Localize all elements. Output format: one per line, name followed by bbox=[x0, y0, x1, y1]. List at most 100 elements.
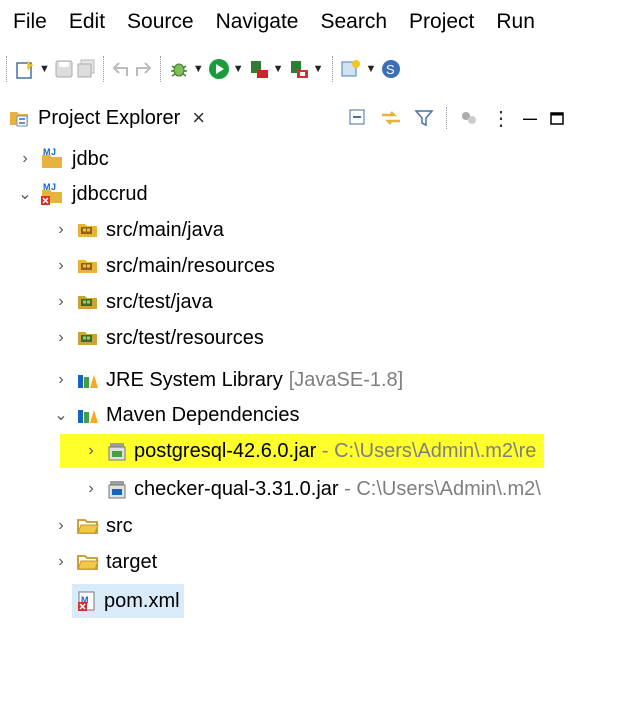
library-icon bbox=[76, 404, 100, 426]
test-source-folder-icon bbox=[76, 291, 100, 313]
chevron-down-icon[interactable]: ▼ bbox=[365, 63, 376, 75]
tree-label: jdbc bbox=[72, 147, 109, 170]
back-button[interactable] bbox=[111, 54, 131, 84]
chevron-down-icon[interactable]: ▼ bbox=[233, 63, 244, 75]
tree-label: jdbccrud bbox=[72, 182, 148, 205]
chevron-down-icon[interactable]: ▼ bbox=[273, 63, 284, 75]
menu-navigate[interactable]: Navigate bbox=[205, 10, 310, 34]
svg-text:M: M bbox=[43, 182, 51, 192]
jar-icon bbox=[106, 478, 128, 500]
close-icon[interactable]: × bbox=[192, 105, 205, 131]
tree-item-pom-xml[interactable]: M pom.xml bbox=[72, 584, 184, 618]
bug-icon bbox=[170, 63, 187, 77]
chevron-right-icon[interactable]: › bbox=[80, 480, 102, 498]
forward-button[interactable] bbox=[133, 54, 153, 84]
tab-project-explorer[interactable]: Project Explorer × bbox=[8, 97, 205, 139]
chevron-right-icon[interactable]: › bbox=[50, 257, 72, 275]
tree-label: JRE System Library bbox=[106, 368, 283, 391]
menu-file[interactable]: File bbox=[0, 10, 58, 34]
maximize-icon bbox=[550, 112, 564, 125]
collapse-all-button[interactable] bbox=[348, 108, 368, 128]
chevron-right-icon[interactable]: › bbox=[80, 442, 102, 460]
open-type-button[interactable]: S bbox=[380, 54, 402, 84]
filter-icon bbox=[414, 110, 434, 127]
filter-button[interactable] bbox=[414, 108, 434, 128]
view-menu-icon: ⋮ bbox=[491, 107, 511, 130]
view-menu-button[interactable]: ⋮ bbox=[491, 106, 511, 131]
tree-item-src[interactable]: › src bbox=[50, 509, 132, 543]
tree-item-postgresql-jar[interactable]: › postgresql-42.6.0.jar - C:\Users\Admin… bbox=[60, 434, 545, 468]
new-wizard-button[interactable] bbox=[340, 54, 362, 84]
tree-item-src-test-resources[interactable]: › src/test/resources bbox=[50, 321, 264, 355]
external-tools-button[interactable] bbox=[288, 54, 310, 84]
tree-item-src-test-java[interactable]: › src/test/java bbox=[50, 285, 212, 319]
chevron-right-icon[interactable]: › bbox=[50, 517, 72, 535]
menu-edit[interactable]: Edit bbox=[58, 10, 116, 34]
minimize-button[interactable]: — bbox=[523, 110, 537, 126]
tree-label: postgresql-42.6.0.jar bbox=[134, 439, 317, 462]
pom-file-icon: M bbox=[76, 590, 98, 612]
debug-button[interactable] bbox=[168, 54, 190, 84]
save-button[interactable] bbox=[54, 54, 74, 84]
menu-search[interactable]: Search bbox=[309, 10, 398, 34]
tree-item-checker-qual-jar[interactable]: › checker-qual-3.31.0.jar - C:\Users\Adm… bbox=[80, 472, 541, 506]
view-tab-bar: Project Explorer × ⋮ — bbox=[0, 97, 622, 139]
menu-project[interactable]: Project bbox=[398, 10, 485, 34]
jar-icon bbox=[106, 440, 128, 462]
tree-item-jdbc[interactable]: › MJ jdbc bbox=[14, 142, 109, 176]
chevron-right-icon[interactable]: › bbox=[50, 371, 72, 389]
chevron-down-icon[interactable]: ▼ bbox=[313, 63, 324, 75]
run-button[interactable] bbox=[208, 54, 230, 84]
menu-run[interactable]: Run bbox=[485, 10, 546, 34]
chevron-right-icon[interactable]: › bbox=[50, 553, 72, 571]
save-all-button[interactable] bbox=[76, 54, 96, 84]
tree-label: Maven Dependencies bbox=[106, 403, 300, 426]
tree-label: src/test/resources bbox=[106, 326, 264, 349]
minimize-icon: — bbox=[523, 110, 537, 126]
chevron-down-icon[interactable]: ▼ bbox=[193, 63, 204, 75]
test-source-folder-icon bbox=[76, 327, 100, 349]
tree-item-target[interactable]: › target bbox=[50, 545, 157, 579]
chevron-right-icon[interactable]: › bbox=[50, 293, 72, 311]
collapse-all-icon bbox=[349, 109, 365, 125]
tree-label-suffix: - C:\Users\Admin\.m2\ bbox=[338, 477, 541, 500]
focus-button[interactable] bbox=[459, 108, 479, 128]
folder-icon bbox=[76, 551, 100, 573]
chevron-down-icon[interactable]: ⌄ bbox=[50, 405, 72, 425]
toolbar-separator bbox=[332, 56, 335, 82]
toolbar-separator bbox=[102, 56, 106, 82]
chevron-down-icon[interactable]: ▼ bbox=[39, 63, 50, 75]
svg-text:J: J bbox=[51, 147, 56, 157]
new-file-icon bbox=[16, 60, 34, 79]
tree-label: src/main/resources bbox=[106, 254, 275, 277]
source-folder-icon bbox=[76, 219, 100, 241]
save-icon bbox=[55, 60, 73, 78]
new-file-button[interactable] bbox=[14, 54, 36, 84]
new-wizard-icon bbox=[341, 60, 361, 77]
menu-bar: File Edit Source Navigate Search Project… bbox=[0, 0, 622, 44]
tree-item-src-main-java[interactable]: › src/main/java bbox=[50, 213, 223, 247]
chevron-down-icon[interactable]: ⌄ bbox=[14, 184, 36, 204]
back-icon bbox=[112, 62, 128, 76]
save-all-icon bbox=[77, 59, 95, 78]
link-with-editor-button[interactable] bbox=[380, 108, 402, 128]
menu-source[interactable]: Source bbox=[116, 10, 205, 34]
maven-project-error-icon: MJ bbox=[40, 182, 66, 206]
coverage-icon bbox=[250, 61, 268, 78]
main-toolbar: ▼ ▼ ▼ ▼ ▼ ▼ S bbox=[0, 44, 622, 94]
tree-item-src-main-resources[interactable]: › src/main/resources bbox=[50, 249, 275, 283]
tree-item-maven-dependencies[interactable]: ⌄ Maven Dependencies bbox=[50, 398, 299, 432]
chevron-right-icon[interactable]: › bbox=[50, 221, 72, 239]
tree-item-jdbccrud[interactable]: ⌄ MJ jdbccrud bbox=[14, 177, 148, 211]
link-with-editor-icon bbox=[382, 111, 400, 125]
chevron-right-icon[interactable]: › bbox=[50, 329, 72, 347]
tree-label: target bbox=[106, 550, 158, 573]
chevron-right-icon[interactable]: › bbox=[14, 150, 36, 168]
tab-label: Project Explorer bbox=[38, 106, 181, 129]
svg-text:J: J bbox=[51, 182, 56, 192]
maximize-button[interactable] bbox=[549, 110, 565, 126]
toolbar-separator bbox=[159, 56, 163, 82]
tree-item-jre-system-library[interactable]: › JRE System Library [JavaSE-1.8] bbox=[50, 363, 403, 397]
maven-project-icon: MJ bbox=[40, 147, 66, 171]
coverage-button[interactable] bbox=[248, 54, 270, 84]
